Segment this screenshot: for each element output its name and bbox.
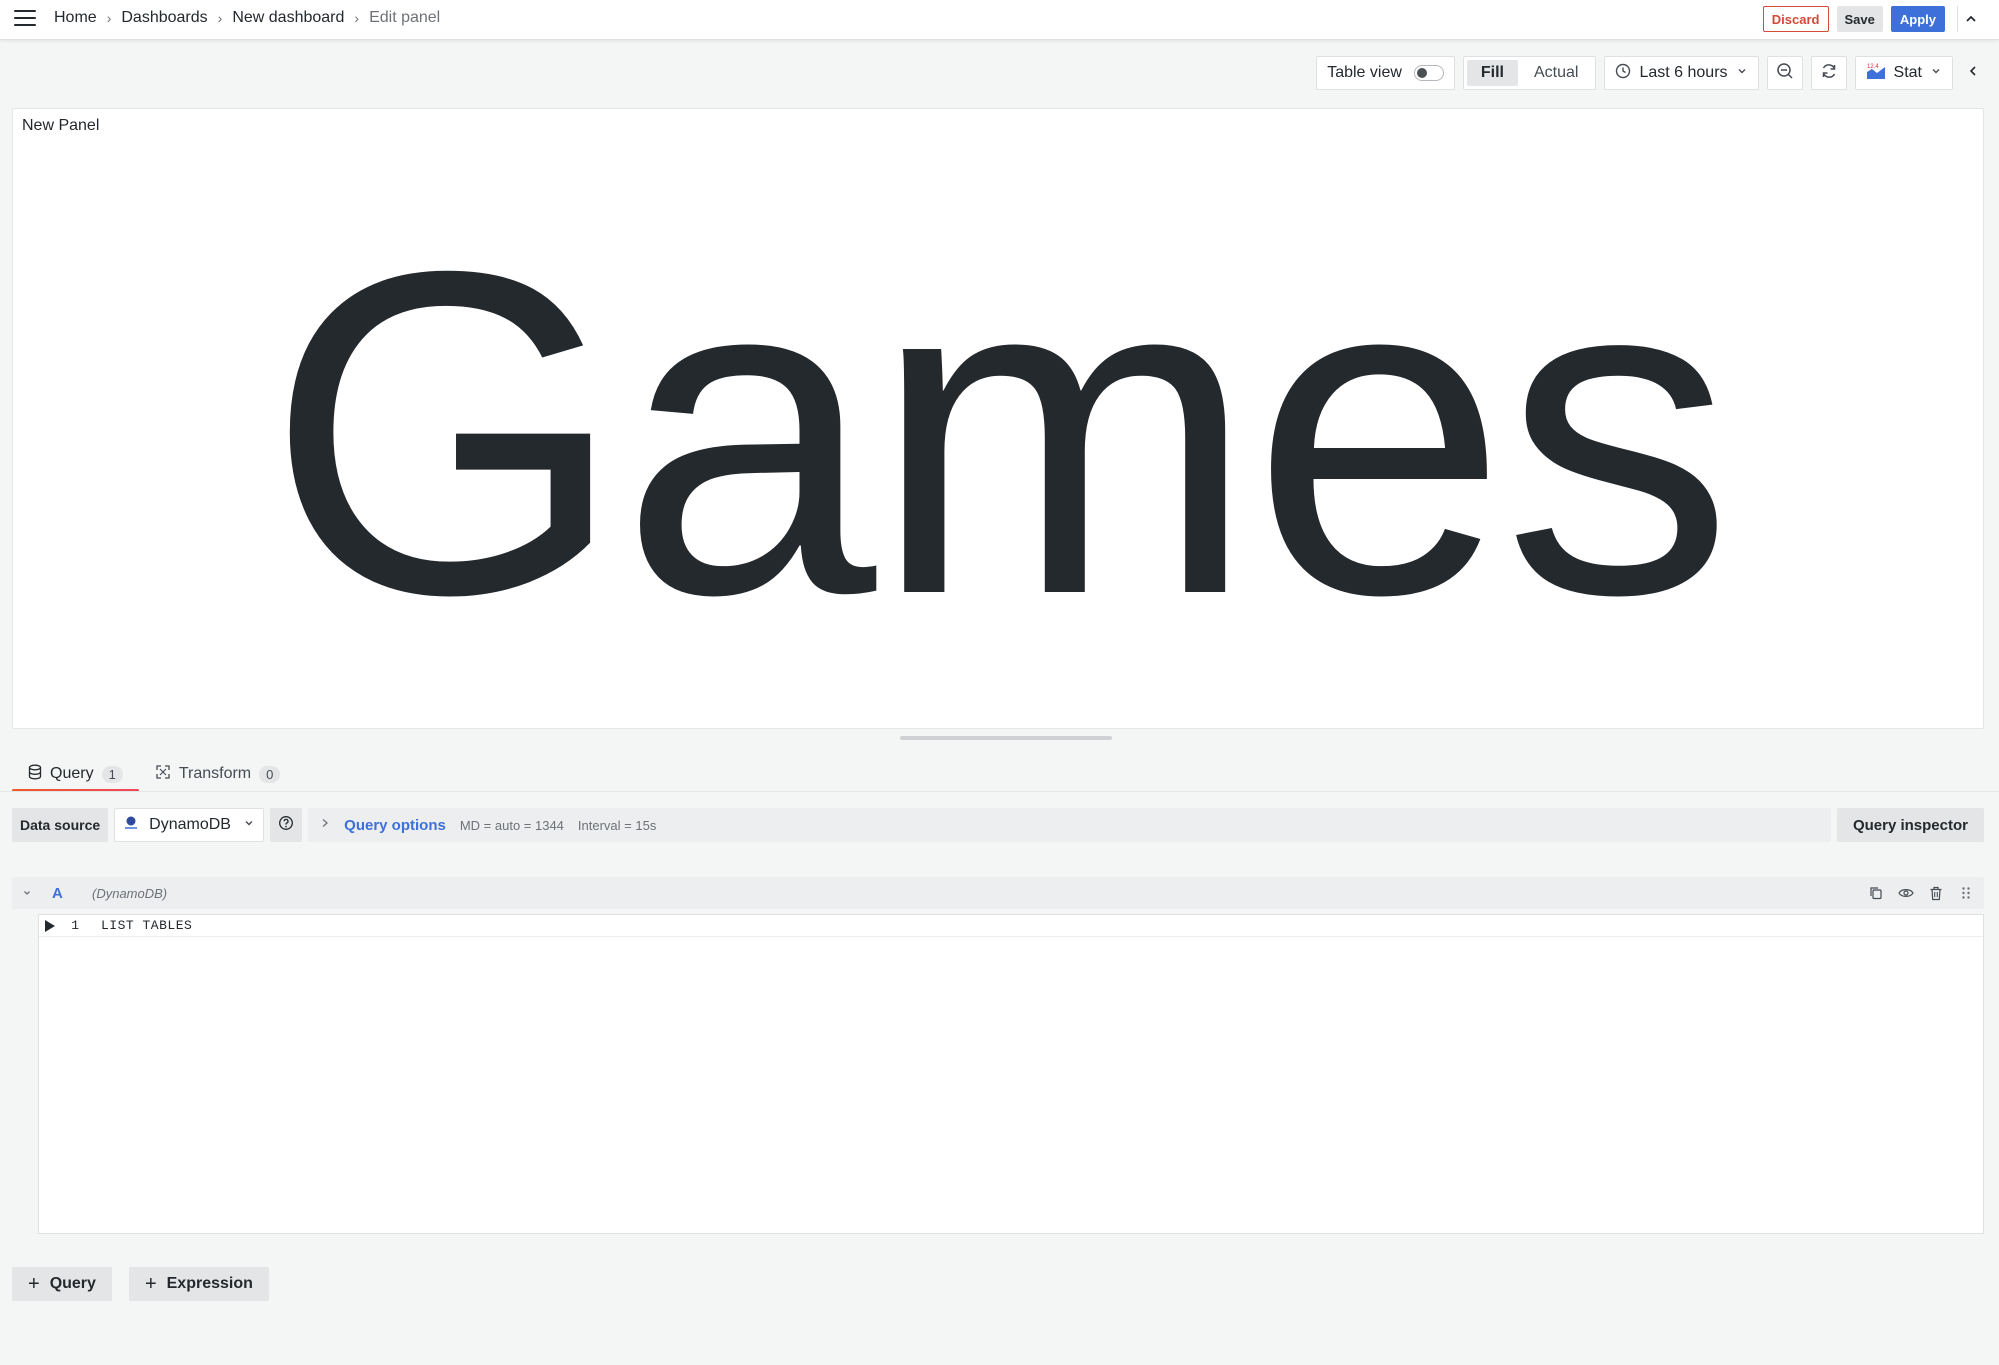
tabs-divider [0,791,1999,792]
zoom-out-icon [1776,62,1794,85]
resize-handle[interactable] [900,736,1112,740]
fill-option[interactable]: Fill [1466,60,1518,86]
add-expression-button[interactable]: + Expression [128,1267,269,1301]
editor-line: 1 LIST TABLES [39,915,1983,937]
drag-handle-icon[interactable] [1956,883,1976,903]
query-ref-id[interactable]: A [42,885,92,902]
svg-text:12.4: 12.4 [1867,64,1879,70]
line-number: 1 [71,918,79,933]
interval: Interval = 15s [577,817,657,833]
fill-actual-segment: Fill Actual [1462,56,1597,90]
table-view-toggle[interactable] [1413,65,1444,81]
chevron-down-icon [243,816,255,834]
top-actions: Discard Save Apply [1762,6,1983,32]
chevron-right-icon: › [106,10,112,26]
plus-icon: + [144,1272,157,1295]
breadcrumb-home[interactable]: Home [54,9,97,27]
panel-toolbar: Table view Fill Actual Last 6 hours 12.4… [1316,56,1985,90]
tab-query[interactable]: Query 1 [12,758,139,792]
apply-button[interactable]: Apply [1890,6,1945,32]
time-range-picker[interactable]: Last 6 hours [1604,56,1759,90]
chevron-down-icon [1736,64,1748,82]
chevron-right-icon: › [354,10,360,26]
menu-icon[interactable] [14,10,36,28]
datasource-row: Data source DynamoDB Query options MD = … [12,808,1984,842]
clock-icon [1615,63,1631,84]
chevron-down-icon[interactable] [12,888,42,898]
breadcrumb: Home › Dashboards › New dashboard › Edit… [54,9,440,27]
actual-option[interactable]: Actual [1520,60,1592,86]
datasource-selected: DynamoDB [149,816,231,833]
question-circle-icon [278,815,294,836]
copy-icon[interactable] [1866,883,1886,903]
tab-transform-label: Transform [178,765,252,782]
editor-tabs: Query 1 Transform 0 [12,758,297,792]
query-options-bar[interactable]: Query options MD = auto = 1344 Interval … [308,808,1831,842]
database-icon [28,764,42,785]
chevron-right-icon: › [217,10,223,26]
plus-icon: + [28,1272,40,1295]
transform-icon [155,764,171,785]
tab-transform-count: 0 [259,765,281,783]
eye-icon[interactable] [1896,883,1916,903]
table-view-toggle-group: Table view [1316,56,1455,90]
visualization-label: Stat [1893,64,1922,81]
query-code-editor[interactable]: 1 LIST TABLES [38,914,1984,1234]
add-buttons: + Query + Expression [12,1267,269,1301]
stat-viz-icon: 12.4 [1866,62,1886,85]
query-inspector-button[interactable]: Query inspector [1836,808,1984,842]
tab-query-label: Query [50,765,94,782]
breadcrumb-dashboard[interactable]: New dashboard [232,9,344,27]
code-text[interactable]: LIST TABLES [101,918,192,933]
dynamodb-icon [123,815,139,836]
collapse-options-button[interactable] [1961,56,1985,90]
run-line-icon[interactable] [45,919,55,932]
add-expression-label: Expression [166,1275,253,1292]
datasource-help-button[interactable] [270,808,303,842]
time-range-label: Last 6 hours [1639,64,1728,81]
query-datasource-name: (DynamoDB) [92,885,168,901]
breadcrumb-dashboards[interactable]: Dashboards [121,9,207,27]
stat-value: Games [266,176,1734,690]
breadcrumb-current: Edit panel [369,9,441,26]
chevron-down-icon [1930,64,1942,82]
query-options-link[interactable]: Query options [344,817,446,834]
refresh-icon [1820,62,1838,85]
visualization-picker[interactable]: 12.4 Stat [1854,56,1953,90]
trash-icon[interactable] [1926,883,1946,903]
save-button[interactable]: Save [1836,6,1883,32]
add-query-label: Query [49,1275,96,1292]
query-actions [1866,883,1984,903]
chevron-up-icon[interactable] [1957,6,1983,32]
refresh-button[interactable] [1810,56,1847,90]
panel-preview: New Panel Games [12,108,1984,729]
datasource-label: Data source [12,808,109,842]
table-view-label: Table view [1327,64,1402,81]
chevron-left-icon [1967,64,1979,83]
add-query-button[interactable]: + Query [12,1267,112,1301]
zoom-out-button[interactable] [1766,56,1803,90]
tab-query-count: 1 [101,765,123,783]
top-bar: Home › Dashboards › New dashboard › Edit… [0,0,1999,40]
query-row-header: A (DynamoDB) [12,877,1984,909]
tab-transform[interactable]: Transform 0 [139,758,297,790]
discard-button[interactable]: Discard [1762,6,1829,32]
datasource-select[interactable]: DynamoDB [114,808,265,842]
max-datapoints: MD = auto = 1344 [459,817,564,833]
chevron-right-icon [320,816,330,834]
